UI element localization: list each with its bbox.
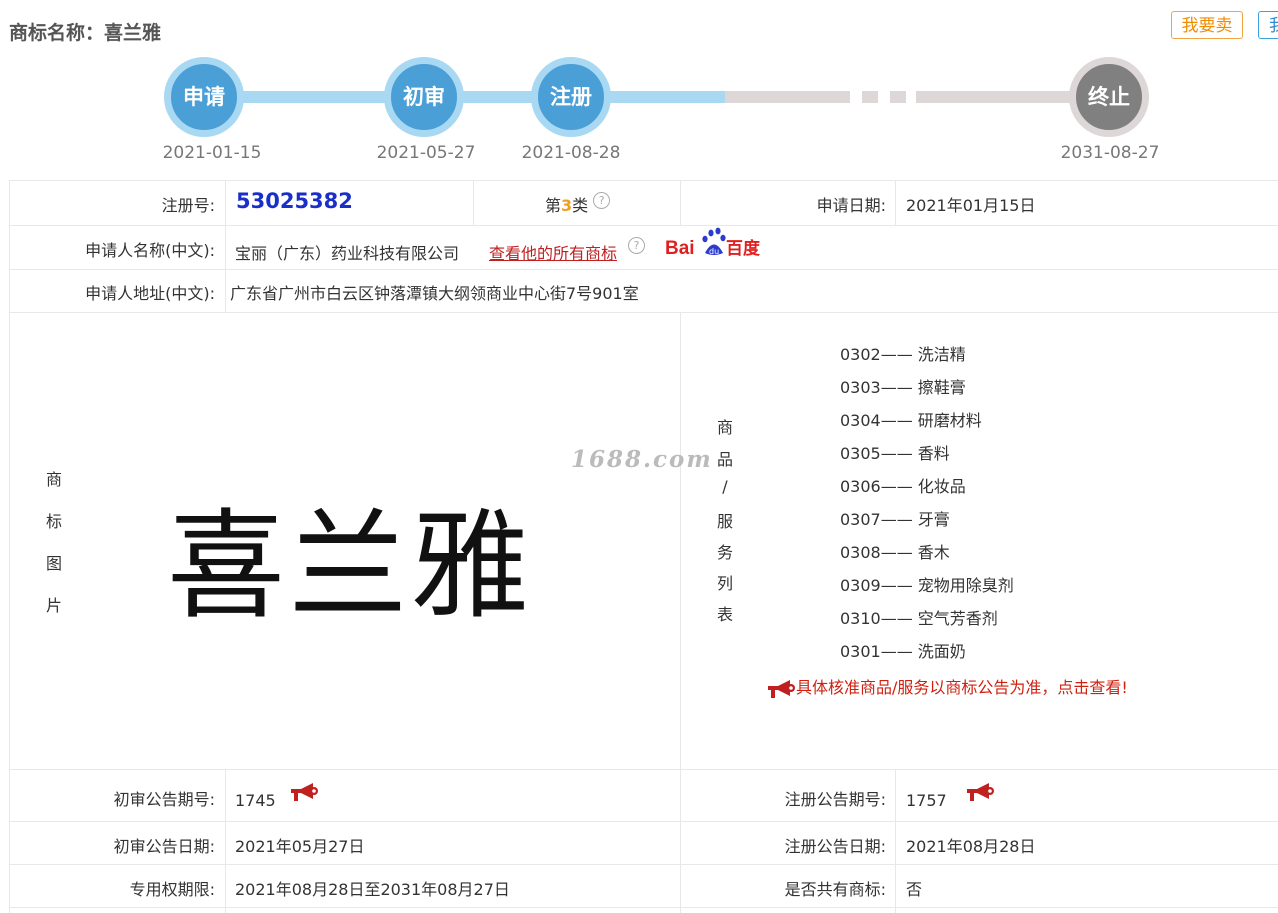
exclusive-label: 专用权期限:: [129, 880, 215, 899]
class-number: 3: [561, 196, 573, 215]
exclusive-value: 2021年08月28日至2031年08月27日: [235, 880, 510, 899]
applicant-value: 宝丽（广东）药业科技有限公司: [235, 244, 460, 263]
timeline-track-done: [205, 91, 725, 103]
watermark: 1688.com: [571, 446, 713, 473]
col-divider: [895, 769, 896, 913]
shared-label: 是否共有商标:: [784, 880, 886, 899]
goods-item: 0310—— 空气芳香剂: [840, 609, 998, 628]
row-divider: [10, 864, 1278, 865]
goods-label-char: 务: [716, 543, 733, 562]
shared-value: 否: [906, 880, 923, 899]
class-info: 第3类?: [545, 192, 611, 216]
row-divider: [10, 180, 1278, 181]
prelim-date-value: 2021年05月27日: [235, 837, 365, 856]
goods-label-char: 列: [716, 574, 733, 593]
goods-item: 0302—— 洗洁精: [840, 345, 966, 364]
help-icon[interactable]: ?: [628, 237, 645, 254]
trademark-image: 喜兰雅: [167, 497, 534, 635]
prelim-no-value: 1745: [235, 791, 276, 810]
address-value: 广东省广州市白云区钟落潭镇大纲领商业中心街7号901室: [230, 284, 639, 303]
image-label-char: 标: [45, 512, 62, 531]
svg-text:Bai: Bai: [665, 238, 695, 259]
reg-notice-no-label: 注册公告期号:: [784, 790, 886, 809]
goods-label-char: 服: [716, 512, 733, 531]
goods-label-char: /: [722, 477, 728, 496]
applicant-label: 申请人名称(中文):: [85, 241, 215, 260]
goods-label-char: 商: [716, 418, 733, 437]
page-title: 商标名称：喜兰雅: [9, 22, 162, 44]
timeline-gap: [878, 89, 890, 105]
goods-notice-text: 具体核准商品/服务以商标公告为准，点击查看!: [796, 678, 1128, 697]
row-divider: [10, 821, 1278, 822]
image-label-char: 商: [45, 470, 62, 489]
goods-item: 0301—— 洗面奶: [840, 642, 966, 661]
row-divider: [10, 769, 1278, 770]
megaphone-icon[interactable]: [965, 781, 995, 803]
col-divider: [473, 180, 474, 225]
goods-label-char: 表: [716, 605, 733, 624]
timeline-date-register: 2021-08-28: [521, 143, 621, 163]
timeline-date-prelim: 2021-05-27: [376, 143, 476, 163]
buy-button[interactable]: 我: [1258, 11, 1278, 39]
goods-item: 0305—— 香料: [840, 444, 950, 463]
timeline-track-pending: [725, 91, 1110, 103]
class-suffix: 类: [572, 196, 589, 215]
timeline-gap: [906, 89, 916, 105]
row-divider: [10, 269, 1278, 270]
timeline-node-prelim: 初审: [384, 57, 464, 137]
reg-notice-date-value: 2021年08月28日: [906, 837, 1036, 856]
reg-no-value: 53025382: [236, 189, 353, 213]
reg-no-label: 注册号:: [161, 196, 215, 215]
sell-button[interactable]: 我要卖: [1171, 11, 1243, 39]
apply-date-label: 申请日期:: [816, 196, 886, 215]
row-divider: [10, 312, 1278, 313]
apply-date-value: 2021年01月15日: [906, 196, 1036, 215]
trademark-info-table: 注册号: 53025382 第3类? 申请日期: 2021年01月15日 申请人…: [9, 180, 1278, 913]
col-divider: [680, 312, 681, 913]
goods-item: 0306—— 化妆品: [840, 477, 966, 496]
baidu-logo-icon[interactable]: Bai du 百度: [665, 226, 761, 260]
goods-item: 0309—— 宠物用除臭剂: [840, 576, 1014, 595]
svg-text:百度: 百度: [726, 238, 761, 259]
col-divider: [680, 180, 681, 225]
row-divider: [10, 225, 1278, 226]
address-label: 申请人地址(中文):: [85, 284, 215, 303]
image-label-char: 图: [45, 554, 62, 573]
goods-item: 0303—— 擦鞋膏: [840, 378, 966, 397]
timeline-gap: [850, 89, 862, 105]
megaphone-icon: [768, 679, 795, 698]
prelim-date-label: 初审公告日期:: [113, 837, 215, 856]
image-label-char: 片: [45, 596, 62, 615]
prelim-no-label: 初审公告期号:: [113, 790, 215, 809]
row-divider: [10, 907, 1278, 908]
megaphone-icon[interactable]: [289, 781, 319, 803]
svg-text:du: du: [709, 247, 719, 256]
timeline-date-end: 2031-08-27: [1060, 143, 1160, 163]
timeline-node-apply: 申请: [164, 57, 244, 137]
goods-item: 0308—— 香木: [840, 543, 950, 562]
goods-item: 0304—— 研磨材料: [840, 411, 982, 430]
all-marks-link[interactable]: 查看他的所有商标: [489, 240, 617, 264]
timeline-node-end: 终止: [1069, 57, 1149, 137]
goods-label-char: 品: [716, 450, 733, 469]
reg-notice-no-value: 1757: [906, 791, 947, 810]
col-divider: [225, 769, 226, 913]
goods-notice-link[interactable]: 具体核准商品/服务以商标公告为准，点击查看!: [766, 674, 1128, 700]
timeline-node-register: 注册: [531, 57, 611, 137]
reg-notice-date-label: 注册公告日期:: [784, 837, 886, 856]
help-icon[interactable]: ?: [593, 192, 611, 209]
col-divider: [895, 180, 896, 225]
class-prefix: 第: [545, 196, 562, 215]
timeline-date-apply: 2021-01-15: [162, 143, 262, 163]
goods-item: 0307—— 牙膏: [840, 510, 950, 529]
col-divider: [225, 180, 226, 312]
